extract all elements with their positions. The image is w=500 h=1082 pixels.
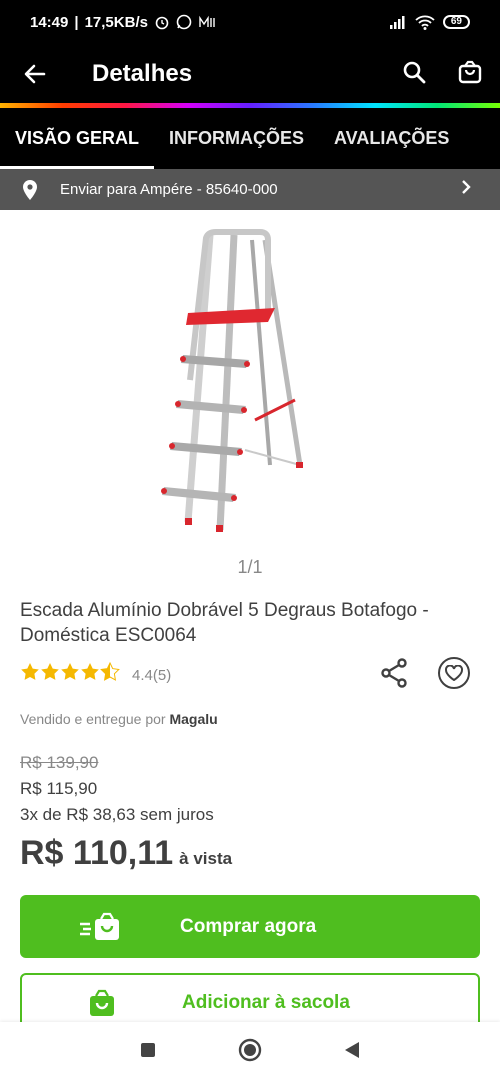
- share-button[interactable]: [380, 658, 408, 693]
- fast-bag-icon: [80, 912, 119, 940]
- nav-circle-icon: [238, 1038, 262, 1061]
- buy-now-label: Comprar agora: [180, 915, 317, 937]
- search-button[interactable]: [402, 60, 426, 89]
- home-button[interactable]: [238, 1038, 262, 1067]
- old-price: R$ 139,90: [20, 753, 99, 772]
- add-to-bag-label: Adicionar à sacola: [182, 992, 350, 1013]
- system-navigation-bar: [0, 1022, 500, 1082]
- share-icon: [381, 658, 407, 688]
- image-counter: 1/1: [237, 557, 263, 577]
- bag-icon: [90, 989, 114, 1016]
- status-time: 14:49: [30, 13, 69, 31]
- search-icon: [403, 61, 426, 83]
- cart-button[interactable]: [458, 60, 482, 89]
- back-button[interactable]: [0, 62, 70, 86]
- cash-price: R$ 110,11: [20, 834, 174, 872]
- cash-price-suffix: à vista: [179, 849, 233, 868]
- recents-button[interactable]: [140, 1042, 156, 1063]
- rating-stars: [20, 661, 120, 688]
- status-bar: 14:49 | 17,5KB/s 69: [0, 0, 500, 44]
- wifi-icon: [415, 15, 435, 30]
- seller-name[interactable]: Magalu: [169, 711, 217, 727]
- seller-prefix: Vendido e entregue por: [20, 711, 166, 727]
- installments: 3x de R$ 38,63 sem juros: [20, 805, 214, 824]
- product-title: Escada Alumínio Dobrável 5 Degraus Botaf…: [20, 600, 429, 646]
- signal-icon: [389, 16, 405, 29]
- favorite-button[interactable]: [438, 657, 470, 689]
- nav-square-icon: [141, 1042, 155, 1057]
- buy-now-button[interactable]: Comprar agora: [20, 895, 480, 958]
- tab-bar: VISÃO GERAL INFORMAÇÕES AVALIAÇÕES: [0, 108, 500, 169]
- shipping-address-bar[interactable]: Enviar para Ampére - 85640-000: [0, 169, 500, 210]
- product-image-ladder: [161, 229, 303, 532]
- alarm-icon: [155, 16, 169, 30]
- system-back-button[interactable]: [344, 1041, 360, 1064]
- page-title: Detalhes: [92, 60, 193, 87]
- product-image-carousel[interactable]: [0, 210, 500, 555]
- bag-icon: [458, 60, 482, 83]
- tab-overview[interactable]: VISÃO GERAL: [0, 108, 155, 169]
- chevron-right-icon: [462, 180, 471, 194]
- star-icon: [21, 661, 120, 681]
- cash-price-block: R$ 110,11 à vista: [20, 834, 232, 873]
- app-bar: Detalhes: [0, 44, 500, 104]
- app-notification-icon: [199, 15, 215, 27]
- location-pin-icon: [23, 179, 37, 200]
- shipping-address-label: Enviar para Ampére - 85640-000: [60, 181, 278, 198]
- heart-icon: [445, 665, 463, 681]
- tab-information[interactable]: INFORMAÇÕES: [154, 108, 319, 169]
- battery-indicator: 69: [442, 15, 470, 29]
- whatsapp-icon: [176, 14, 192, 30]
- rating-text: 4.4(5): [132, 666, 172, 684]
- product-rating[interactable]: 4.4(5): [20, 661, 172, 688]
- seller-info: Vendido e entregue por Magalu: [20, 711, 218, 727]
- back-arrow-icon: [24, 64, 46, 84]
- price: R$ 115,90: [20, 779, 98, 798]
- status-network-speed: 17,5KB/s: [84, 13, 148, 31]
- nav-back-triangle-icon: [345, 1041, 359, 1058]
- tab-reviews[interactable]: AVALIAÇÕES: [319, 108, 464, 169]
